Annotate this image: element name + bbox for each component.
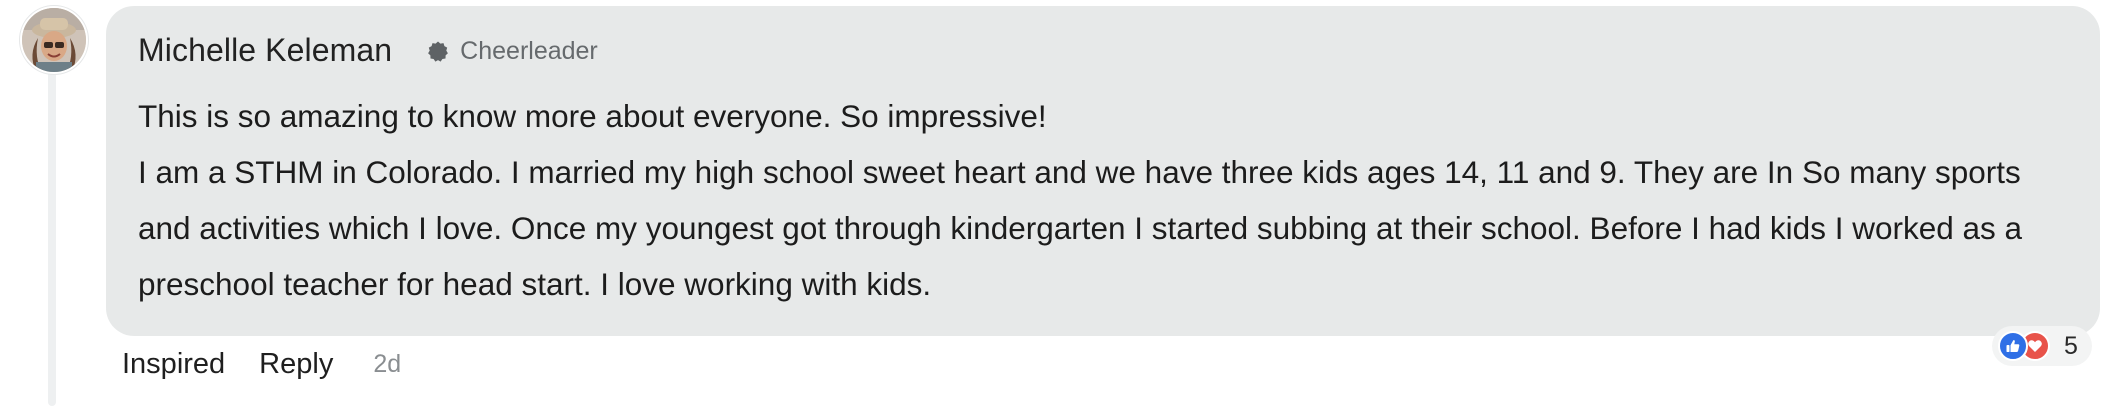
- thread-line: [48, 60, 56, 406]
- author-name[interactable]: Michelle Keleman: [138, 32, 392, 69]
- role-badge: Cheerleader: [426, 37, 598, 66]
- timestamp: 2d: [373, 350, 402, 378]
- comment-body: This is so amazing to know more about ev…: [138, 88, 2058, 312]
- reply-button[interactable]: Reply: [259, 348, 333, 381]
- reactions-summary[interactable]: 5: [1992, 326, 2092, 366]
- thumbs-up-icon: [1998, 331, 2028, 361]
- reaction-count: 5: [2064, 331, 2078, 360]
- badge-icon: [426, 40, 450, 64]
- comment-paragraph: I am a STHM in Colorado. I married my hi…: [138, 154, 2023, 302]
- avatar[interactable]: [20, 6, 88, 74]
- comment-actions: Inspired Reply 2d: [122, 348, 401, 381]
- comment-paragraph: This is so amazing to know more about ev…: [138, 98, 1047, 134]
- inspired-button[interactable]: Inspired: [122, 348, 225, 381]
- avatar-image: [22, 8, 86, 72]
- comment-bubble: Michelle Keleman Cheerleader This is so …: [106, 6, 2100, 336]
- author-row: Michelle Keleman Cheerleader: [138, 32, 598, 69]
- role-label: Cheerleader: [460, 37, 598, 65]
